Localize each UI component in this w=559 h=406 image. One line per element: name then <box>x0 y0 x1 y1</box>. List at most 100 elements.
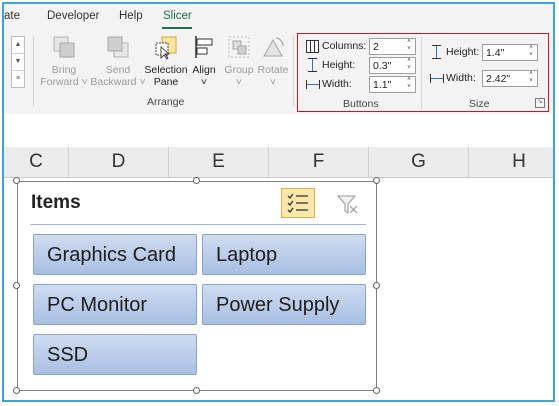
slicer-height-value[interactable]: 1.4" <box>486 47 504 59</box>
tab-create[interactable]: ate <box>4 10 20 22</box>
divider <box>421 37 422 109</box>
column-header-c[interactable]: C <box>4 147 69 177</box>
divider <box>33 36 34 106</box>
selection-pane-label-2: Pane <box>153 76 179 88</box>
slicer-title: Items <box>31 192 81 213</box>
ribbon: ▲ ▼ ≡ Bring Forward ˅ Send Backward ˅ Se… <box>4 30 553 115</box>
bring-forward-icon <box>53 36 75 58</box>
gallery-expand-icon[interactable]: ≡ <box>12 71 24 87</box>
spinner-arrows-icon[interactable]: ˄ ˅ <box>405 77 413 92</box>
bring-forward-label-2: Forward ˅ <box>40 76 88 88</box>
button-height-spinner[interactable]: 0.3" ˄ ˅ <box>369 57 416 74</box>
slicer-height-spinner[interactable]: 1.4" ˄ ˅ <box>482 44 538 61</box>
resize-handle-top-right[interactable] <box>373 177 380 184</box>
arrange-group-label: Arrange <box>147 96 185 108</box>
resize-handle-top-left[interactable] <box>13 177 20 184</box>
button-width-value[interactable]: 1.1" <box>373 79 391 91</box>
columns-label: Columns: <box>322 40 367 52</box>
columns-row: Columns: 2 ˄ ˅ <box>306 38 416 56</box>
column-header-g[interactable]: G <box>369 147 469 177</box>
align-label: Align <box>192 64 216 76</box>
size-group-label: Size <box>469 98 490 110</box>
tab-help[interactable]: Help <box>119 10 143 22</box>
columns-spinner[interactable]: 2 ˄ ˅ <box>369 38 416 55</box>
group-icon <box>228 36 250 58</box>
column-header-e[interactable]: E <box>169 147 269 177</box>
active-tab-indicator <box>162 27 192 29</box>
button-height-row: Height: 0.3" ˄ ˅ <box>306 57 416 75</box>
button-width-row: Width: 1.1" ˄ ˅ <box>306 76 416 94</box>
slicer-width-label: Width: <box>446 72 476 84</box>
slicer-height-row: Height: 1.4" ˄ ˅ <box>430 44 542 62</box>
rotate-icon <box>263 37 284 57</box>
send-backward-button[interactable]: Send Backward ˅ <box>90 34 146 88</box>
slicer-header-divider <box>30 224 366 225</box>
selection-pane-label: Selection <box>144 64 188 76</box>
column-header-d[interactable]: D <box>69 147 169 177</box>
slicer-item-ssd[interactable]: SSD <box>33 334 197 375</box>
formula-area <box>4 114 553 148</box>
style-gallery-scroller[interactable]: ▲ ▼ ≡ <box>11 36 25 88</box>
slicer-item-power-supply[interactable]: Power Supply <box>202 284 366 325</box>
resize-handle-bottom-right[interactable] <box>373 387 380 394</box>
button-width-label: Width: <box>322 78 352 90</box>
tab-slicer[interactable]: Slicer <box>163 10 192 22</box>
buttons-size-highlight: Columns: 2 ˄ ˅ Height: 0.3" ˄ ˅ Width: 1… <box>297 33 549 112</box>
column-headers: C D E F G H <box>4 147 553 178</box>
slicer-height-label: Height: <box>446 46 480 58</box>
bring-forward-label: Bring <box>51 64 77 76</box>
rotate-label: Rotate <box>257 64 289 76</box>
divider <box>293 36 294 106</box>
rotate-dropdown-icon: ˅ <box>269 76 277 88</box>
spinner-arrows-icon[interactable]: ˄ ˅ <box>527 45 535 60</box>
multi-select-button[interactable] <box>281 188 315 218</box>
column-header-f[interactable]: F <box>269 147 369 177</box>
button-height-label: Height: <box>322 59 356 71</box>
column-header-h[interactable]: H <box>469 147 553 177</box>
resize-handle-left[interactable] <box>13 282 20 289</box>
tab-developer[interactable]: Developer <box>47 10 99 22</box>
group-button[interactable]: Group ˅ <box>223 34 255 88</box>
clear-filter-button[interactable] <box>336 193 360 217</box>
columns-value[interactable]: 2 <box>373 41 379 53</box>
resize-handle-right[interactable] <box>373 282 380 289</box>
clear-filter-icon <box>336 195 358 214</box>
height-icon <box>308 58 317 72</box>
columns-icon <box>306 40 319 53</box>
selection-pane-button[interactable]: Selection Pane <box>142 34 190 88</box>
scroll-up-icon[interactable]: ▲ <box>12 37 24 54</box>
align-icon <box>195 36 213 58</box>
buttons-group-label: Buttons <box>343 98 379 110</box>
send-backward-label-2: Backward ˅ <box>90 76 146 88</box>
spinner-arrows-icon[interactable]: ˄ ˅ <box>405 39 413 54</box>
group-label: Group <box>224 64 254 76</box>
slicer-item-graphics-card[interactable]: Graphics Card <box>33 234 197 275</box>
button-width-spinner[interactable]: 1.1" ˄ ˅ <box>369 76 416 93</box>
scroll-down-icon[interactable]: ▼ <box>12 54 24 71</box>
multi-select-icon <box>287 193 308 213</box>
width-icon <box>306 80 320 89</box>
resize-handle-bottom-left[interactable] <box>13 387 20 394</box>
bring-forward-button[interactable]: Bring Forward ˅ <box>36 34 92 88</box>
resize-handle-top[interactable] <box>193 177 200 184</box>
spinner-arrows-icon[interactable]: ˄ ˅ <box>405 58 413 73</box>
group-dropdown-icon: ˅ <box>235 76 243 88</box>
resize-handle-bottom[interactable] <box>193 387 200 394</box>
selection-pane-icon <box>155 36 177 60</box>
slicer-width-spinner[interactable]: 2.42" ˄ ˅ <box>482 70 538 87</box>
items-slicer[interactable]: Items Graphics Card Laptop PC Monitor Po… <box>17 181 377 391</box>
send-backward-icon <box>107 36 129 58</box>
excel-window: ate Developer Help Slicer ▲ ▼ ≡ Bring Fo… <box>2 2 555 402</box>
send-backward-label: Send <box>105 64 131 76</box>
slicer-item-laptop[interactable]: Laptop <box>202 234 366 275</box>
slicer-width-row: Width: 2.42" ˄ ˅ <box>430 70 542 88</box>
width-icon <box>430 74 444 83</box>
slicer-item-pc-monitor[interactable]: PC Monitor <box>33 284 197 325</box>
slicer-width-value[interactable]: 2.42" <box>486 73 510 85</box>
ribbon-tab-bar: ate Developer Help Slicer <box>4 4 553 30</box>
button-height-value[interactable]: 0.3" <box>373 60 391 72</box>
align-button[interactable]: Align ˅ <box>189 34 219 88</box>
size-dialog-launcher-icon[interactable]: ↘ <box>535 98 545 108</box>
spinner-arrows-icon[interactable]: ˄ ˅ <box>527 71 535 86</box>
rotate-button[interactable]: Rotate ˅ <box>256 34 290 88</box>
